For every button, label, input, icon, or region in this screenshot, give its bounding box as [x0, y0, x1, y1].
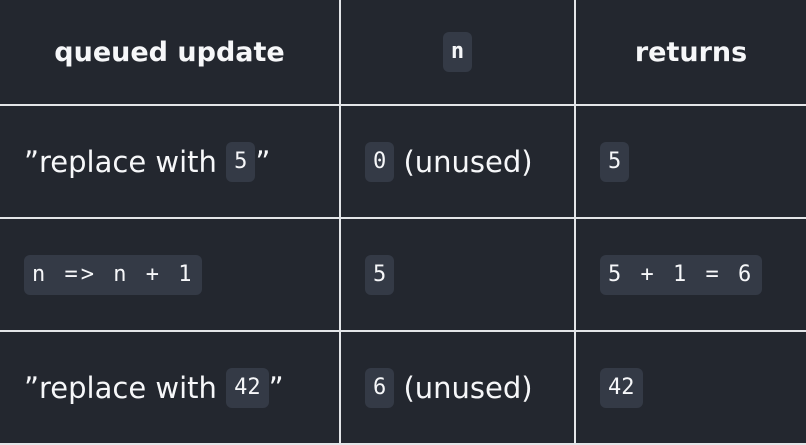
cell-returns: 5	[574, 104, 806, 219]
n-code: 0	[365, 141, 395, 182]
update-prefix-text: ”replace with	[24, 144, 217, 179]
returns-code: 42	[600, 367, 643, 408]
update-prefix-text: ”replace with	[24, 370, 217, 405]
cell-n: 0 (unused)	[339, 104, 576, 219]
update-code: 42	[226, 367, 269, 408]
returns-code: 5 + 1 = 6	[600, 254, 763, 295]
table-row: ”replace with 42” 6 (unused) 42	[0, 330, 806, 445]
header-queued-update: queued update	[0, 0, 341, 106]
cell-queued-update: ”replace with 5”	[0, 104, 341, 219]
table-row: n => n + 1 5 5 + 1 = 6	[0, 217, 806, 332]
cell-returns: 42	[574, 330, 806, 445]
update-code: n => n + 1	[24, 254, 203, 295]
n-note-text: (unused)	[403, 144, 533, 179]
table-row: ”replace with 5” 0 (unused) 5	[0, 104, 806, 219]
cell-queued-update: ”replace with 42”	[0, 330, 341, 445]
header-returns: returns	[574, 0, 806, 106]
update-suffix-text: ”	[255, 144, 271, 179]
returns-code: 5	[600, 141, 630, 182]
updates-table: queued update n returns ”replace with 5”…	[0, 0, 806, 445]
cell-n: 6 (unused)	[339, 330, 576, 445]
update-code: 5	[226, 141, 256, 182]
header-n-code: n	[442, 32, 473, 72]
n-note-text: (unused)	[403, 370, 533, 405]
cell-returns: 5 + 1 = 6	[574, 217, 806, 332]
header-n: n	[339, 0, 576, 106]
n-code: 6	[365, 367, 395, 408]
n-code: 5	[365, 254, 395, 295]
update-suffix-text: ”	[268, 370, 284, 405]
cell-n: 5	[339, 217, 576, 332]
cell-queued-update: n => n + 1	[0, 217, 341, 332]
table-header-row: queued update n returns	[0, 0, 806, 106]
